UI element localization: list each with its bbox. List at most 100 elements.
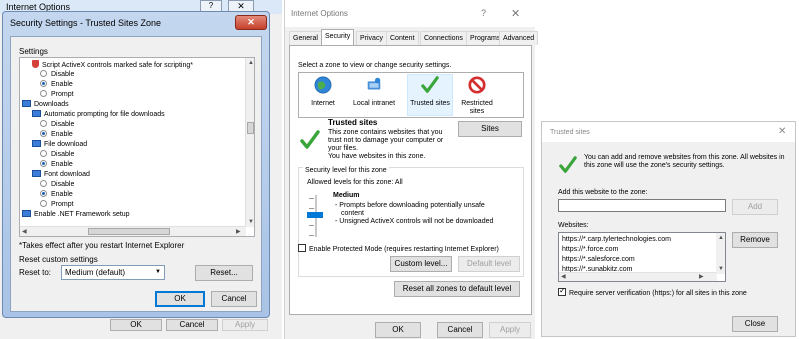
tree-vertical-scrollbar[interactable]: ▲ ▼ xyxy=(245,58,254,227)
tree-horizontal-scrollbar[interactable]: ◀ ▶ xyxy=(20,226,246,236)
back-ok-button[interactable]: OK xyxy=(110,319,162,331)
zone-local-intranet[interactable]: Local intranet xyxy=(347,76,401,108)
tree-hscroll-thumb[interactable] xyxy=(88,228,170,235)
setting-option[interactable]: Enable xyxy=(40,80,73,89)
reset-level-select[interactable]: Medium (default) ▼ xyxy=(61,265,165,280)
zone-restricted-sites[interactable]: Restricted sites xyxy=(459,76,495,116)
websites-vertical-scrollbar[interactable]: ▲ ▼ xyxy=(716,233,725,274)
setting-option[interactable]: Disable xyxy=(40,180,74,189)
tab-advanced[interactable]: Advanced xyxy=(499,31,539,45)
zone-trusted-sites[interactable]: Trusted sites xyxy=(407,76,453,108)
websites-list[interactable]: https://*.carp.tylertechnologies.com htt… xyxy=(558,232,726,282)
tab-general[interactable]: General xyxy=(289,31,322,45)
ok-button[interactable]: OK xyxy=(155,291,205,307)
setting-option[interactable]: Disable xyxy=(40,120,74,129)
dialog-title: Security Settings - Trusted Sites Zone xyxy=(10,18,162,28)
setting-option[interactable]: Enable xyxy=(40,130,73,139)
remove-button[interactable]: Remove xyxy=(732,232,778,248)
setting-text: Downloads xyxy=(34,101,69,108)
level-description: - Prompts before downloading potentially… xyxy=(335,202,485,209)
tree-scroll-thumb[interactable] xyxy=(247,122,254,134)
settings-group: Downloads xyxy=(22,100,69,109)
allowed-levels: Allowed levels for this zone: All xyxy=(307,179,403,186)
scroll-down-icon[interactable]: ▼ xyxy=(718,265,724,273)
zone-internet[interactable]: Internet xyxy=(305,76,341,108)
setting-option[interactable]: Prompt xyxy=(40,90,74,99)
setting-text: Enable .NET Framework setup xyxy=(34,211,130,218)
dialog-title: Trusted sites xyxy=(550,129,590,136)
setting-option[interactable]: Disable xyxy=(40,150,74,159)
setting-text: Font download xyxy=(44,171,90,178)
trusted-sites-dialog: Trusted sites ✕ You can add and remove w… xyxy=(541,121,796,337)
custom-level-button[interactable]: Custom level... xyxy=(390,256,452,272)
setting-text: Disable xyxy=(51,71,75,78)
close-icon[interactable]: ✕ xyxy=(778,126,786,137)
setting-option[interactable]: Prompt xyxy=(40,200,74,209)
scroll-left-icon[interactable]: ◀ xyxy=(561,273,566,281)
zone-description-line: You have websites in this zone. xyxy=(328,153,426,160)
reset-all-zones-button[interactable]: Reset all zones to default level xyxy=(394,281,520,297)
tab-content[interactable]: Content xyxy=(386,31,419,45)
radio-icon xyxy=(40,130,47,137)
setting-option[interactable]: Disable xyxy=(40,70,74,79)
add-website-label: Add this website to the zone: xyxy=(558,189,648,196)
default-level-button[interactable]: Default level xyxy=(458,256,520,272)
setting-option[interactable]: Enable xyxy=(40,160,73,169)
ok-button[interactable]: OK xyxy=(375,322,421,338)
add-website-input[interactable] xyxy=(558,199,726,212)
scroll-right-icon[interactable]: ▶ xyxy=(699,273,704,281)
cancel-button[interactable]: Cancel xyxy=(211,291,257,307)
add-button[interactable]: Add xyxy=(732,199,778,215)
radio-icon xyxy=(40,80,47,87)
tab-security[interactable]: Security xyxy=(321,29,355,46)
trusted-sites-titlebar: Trusted sites ✕ xyxy=(542,122,795,142)
tab-privacy[interactable]: Privacy xyxy=(356,31,387,45)
close-dialog-button[interactable]: ✕ xyxy=(235,15,267,30)
website-item[interactable]: https://*.force.com xyxy=(562,245,618,254)
require-verification-checkbox[interactable]: Require server verification (https:) for… xyxy=(558,286,747,297)
security-level-title: Security level for this zone xyxy=(303,167,389,174)
setting-text: Disable xyxy=(51,121,75,128)
help-button[interactable]: ? xyxy=(481,8,486,18)
website-item[interactable]: https://*.salesforce.com xyxy=(562,255,635,264)
back-cancel-button[interactable]: Cancel xyxy=(166,319,218,331)
protected-mode-checkbox[interactable]: Enable Protected Mode (requires restarti… xyxy=(298,244,499,253)
setting-item: Font download xyxy=(32,170,90,179)
cancel-button[interactable]: Cancel xyxy=(437,322,483,338)
scroll-right-icon[interactable]: ▶ xyxy=(236,228,241,236)
scroll-left-icon[interactable]: ◀ xyxy=(22,228,27,236)
close-button[interactable]: ✕ xyxy=(511,7,520,20)
slider-tick xyxy=(309,225,314,226)
trusted-check-icon xyxy=(300,130,320,149)
zone-name: Trusted sites xyxy=(328,118,378,127)
setting-text: Script ActiveX controls marked safe for … xyxy=(42,62,193,69)
sites-button[interactable]: Sites xyxy=(458,121,522,137)
setting-item: File download xyxy=(32,140,87,149)
websites-horizontal-scrollbar[interactable]: ◀ ▶ xyxy=(559,272,717,281)
settings-tree[interactable]: Script ActiveX controls marked safe for … xyxy=(19,57,255,237)
setting-option[interactable]: Enable xyxy=(40,190,73,199)
close-button[interactable]: Close xyxy=(732,316,778,332)
tab-connections[interactable]: Connections xyxy=(420,31,467,45)
info-text: You can add and remove websites from thi… xyxy=(584,154,785,169)
security-level-slider-thumb[interactable] xyxy=(307,212,323,218)
website-item[interactable]: https://*.carp.tylertechnologies.com xyxy=(562,235,671,244)
radio-icon xyxy=(40,190,47,197)
scroll-down-icon[interactable]: ▼ xyxy=(248,218,254,226)
zone-description-line: This zone contains websites that you xyxy=(328,129,443,136)
setting-text: Disable xyxy=(51,151,75,158)
setting-text: Automatic prompting for file downloads xyxy=(44,111,165,118)
intranet-icon xyxy=(367,77,381,90)
setting-text: Prompt xyxy=(51,91,74,98)
radio-icon xyxy=(40,90,47,97)
security-level-name: Medium xyxy=(333,192,360,199)
reset-button[interactable]: Reset... xyxy=(195,265,253,281)
back-apply-button[interactable]: Apply xyxy=(222,319,268,331)
scroll-up-icon[interactable]: ▲ xyxy=(718,234,724,242)
apply-button[interactable]: Apply xyxy=(489,322,531,338)
dialog-client-area: Settings Script ActiveX controls marked … xyxy=(10,36,262,312)
security-settings-dialog: Security Settings - Trusted Sites Zone ✕… xyxy=(2,11,270,318)
scroll-up-icon[interactable]: ▲ xyxy=(248,59,254,67)
level-description: - Unsigned ActiveX controls will not be … xyxy=(335,218,494,225)
setting-icon xyxy=(32,140,41,147)
